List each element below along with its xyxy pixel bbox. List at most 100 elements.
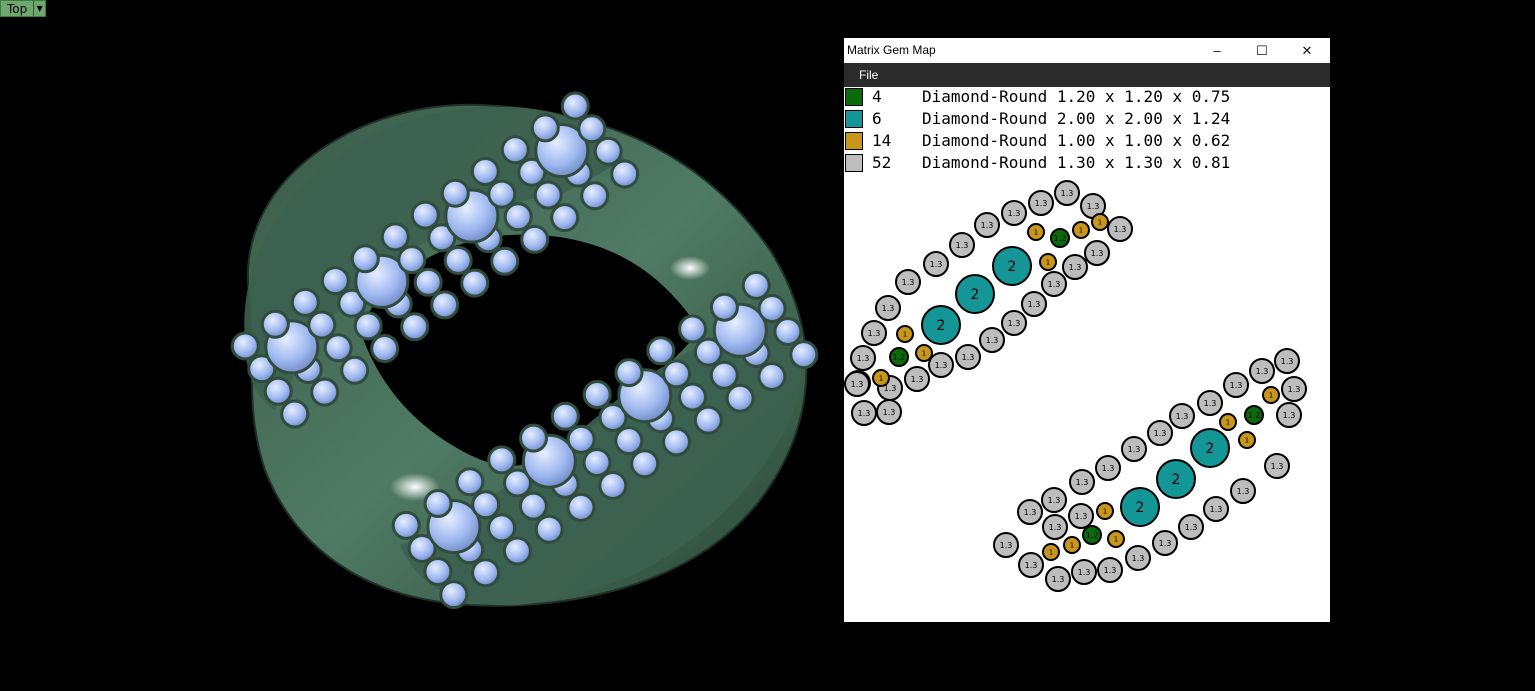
gem-1[interactable]: 1 (1027, 223, 1045, 241)
diamond-3d (741, 270, 771, 300)
gem-size-label: 1.3 (1271, 462, 1284, 471)
gem-1-2[interactable]: 1.2 (1050, 228, 1070, 248)
gem-1-2[interactable]: 1.2 (1082, 525, 1102, 545)
gem-1-3[interactable]: 1.3 (1178, 514, 1204, 540)
gem-1-3[interactable]: 1.3 (1001, 310, 1027, 336)
gem-1-3[interactable]: 1.3 (904, 366, 930, 392)
gem-1-3[interactable]: 1.3 (974, 212, 1000, 238)
gem-size-label: 1.3 (1237, 487, 1250, 496)
diamond-3d (340, 355, 370, 385)
gem-size-label: 1.3 (1000, 541, 1013, 550)
gem-1[interactable]: 1 (1096, 502, 1114, 520)
gem-1-3[interactable]: 1.3 (1152, 530, 1178, 556)
gem-1-3[interactable]: 1.3 (979, 327, 1005, 353)
gem-1-3[interactable]: 1.3 (1249, 358, 1275, 384)
gem-1-3[interactable]: 1.3 (1230, 478, 1256, 504)
gem-1-3[interactable]: 1.3 (895, 269, 921, 295)
gem-1-3[interactable]: 1.3 (876, 399, 902, 425)
gem-1-3[interactable]: 1.3 (1041, 271, 1067, 297)
diamond-3d (757, 294, 787, 323)
diamond-3d (423, 557, 453, 586)
diamond-3d (502, 536, 532, 566)
diamond-3d (487, 513, 517, 543)
gem-1-3[interactable]: 1.3 (1028, 190, 1054, 216)
gem-size-label: 2 (971, 287, 980, 303)
gem-1-3[interactable]: 1.3 (923, 251, 949, 277)
gem-1-3[interactable]: 1.3 (955, 344, 981, 370)
gem-1-3[interactable]: 1.3 (1017, 499, 1043, 525)
gem-1-3[interactable]: 1.3 (1276, 402, 1302, 428)
gem-1[interactable]: 1 (1107, 530, 1125, 548)
gem-1-3[interactable]: 1.3 (1097, 557, 1123, 583)
gem-size-label: 1.3 (882, 304, 895, 313)
gem-1[interactable]: 1 (1091, 213, 1109, 231)
gem-1-3[interactable]: 1.3 (1264, 453, 1290, 479)
viewport-label[interactable]: Top ▼ (0, 0, 47, 17)
gem-size-label: 1 (1098, 218, 1102, 226)
gem-1[interactable]: 1 (872, 369, 890, 387)
gem-1-3[interactable]: 1.3 (844, 371, 870, 397)
diamond-3d (471, 490, 501, 520)
gem-size-label: 1.3 (1104, 566, 1117, 575)
gem-size-label: 1.3 (1102, 464, 1115, 473)
gem-1-3[interactable]: 1.3 (949, 232, 975, 258)
gem-1[interactable]: 1 (1063, 536, 1081, 554)
diamond-3d (520, 224, 550, 254)
gem-1[interactable]: 1 (896, 325, 914, 343)
gem-2[interactable]: 2 (1190, 428, 1230, 468)
gem-2[interactable]: 2 (921, 305, 961, 345)
gem-1-3[interactable]: 1.3 (1274, 348, 1300, 374)
gem-1-3[interactable]: 1.3 (928, 352, 954, 378)
gem-1-3[interactable]: 1.3 (1121, 436, 1147, 462)
gem-2[interactable]: 2 (992, 246, 1032, 286)
gem-2[interactable]: 2 (1120, 487, 1160, 527)
gem-map-canvas[interactable]: 1.3 1.3 1.3 1.3 1.3 1.3 1.3 1.3 1.3 1.3 1.3 1.3 1.3 1… (844, 38, 1330, 622)
gem-1-3[interactable]: 1.3 (1203, 496, 1229, 522)
gem-size-label: 1.3 (981, 221, 994, 230)
gem-2[interactable]: 2 (955, 274, 995, 314)
gem-1-3[interactable]: 1.3 (1045, 566, 1071, 592)
gem-1-3[interactable]: 1.3 (1147, 420, 1173, 446)
triangle-down-icon[interactable]: ▼ (33, 1, 45, 16)
gem-1-3[interactable]: 1.3 (1021, 291, 1047, 317)
gem-1-3[interactable]: 1.3 (1125, 545, 1151, 571)
gem-1-3[interactable]: 1.3 (1069, 469, 1095, 495)
gem-1-3[interactable]: 1.3 (861, 320, 887, 346)
gem-size-label: 1.3 (1176, 412, 1189, 421)
gem-1[interactable]: 1 (1238, 431, 1256, 449)
gem-2[interactable]: 2 (1156, 459, 1196, 499)
gem-1[interactable]: 1 (915, 344, 933, 362)
diamond-3d (577, 114, 607, 144)
gem-1-3[interactable]: 1.3 (850, 345, 876, 371)
gem-1-3[interactable]: 1.3 (1054, 180, 1080, 206)
gem-1-3[interactable]: 1.3 (1062, 254, 1088, 280)
gem-1-3[interactable]: 1.3 (1169, 403, 1195, 429)
gem-1-3[interactable]: 1.3 (1281, 376, 1307, 402)
gem-1-2[interactable]: 1.2 (889, 347, 909, 367)
gem-1-2[interactable]: 1.2 (1244, 405, 1264, 425)
gem-1-3[interactable]: 1.3 (1107, 216, 1133, 242)
gem-1-3[interactable]: 1.3 (1084, 240, 1110, 266)
gem-1[interactable]: 1 (1042, 543, 1060, 561)
gem-1-3[interactable]: 1.3 (1068, 503, 1094, 529)
diamond-3d (593, 136, 623, 166)
diamond-3d (280, 399, 310, 429)
gem-1-3[interactable]: 1.3 (1095, 455, 1121, 481)
gem-1-3[interactable]: 1.3 (1042, 514, 1068, 540)
gem-1-3[interactable]: 1.3 (1223, 372, 1249, 398)
gem-1-3[interactable]: 1.3 (1001, 200, 1027, 226)
gem-1-3[interactable]: 1.3 (875, 295, 901, 321)
gem-1-3[interactable]: 1.3 (851, 400, 877, 426)
gem-1-3[interactable]: 1.3 (1041, 487, 1067, 513)
diamond-3d (487, 179, 517, 209)
gem-1[interactable]: 1 (1039, 253, 1057, 271)
gem-1-3[interactable]: 1.3 (1197, 390, 1223, 416)
gem-1[interactable]: 1 (1072, 221, 1090, 239)
gem-1-3[interactable]: 1.3 (993, 532, 1019, 558)
gem-1[interactable]: 1 (1262, 386, 1280, 404)
gem-1[interactable]: 1 (1219, 413, 1237, 431)
diamond-3d (693, 405, 723, 435)
gem-size-label: 1.3 (858, 409, 871, 418)
gem-1-3[interactable]: 1.3 (1018, 552, 1044, 578)
gem-1-3[interactable]: 1.3 (1071, 559, 1097, 585)
